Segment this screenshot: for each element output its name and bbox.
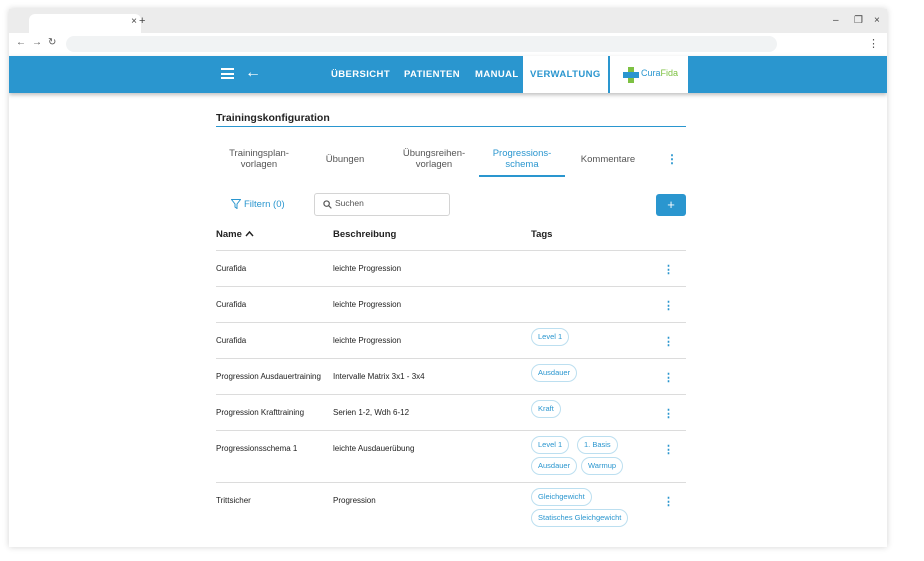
- cell-name: Curafida: [216, 264, 247, 273]
- search-field[interactable]: [314, 193, 450, 216]
- logo-cross-icon: [623, 67, 639, 83]
- tab-kommentare[interactable]: Kommentare: [573, 154, 643, 165]
- cell-description: Serien 1-2, Wdh 6-12: [333, 408, 410, 417]
- more-tabs-icon[interactable]: ⋮: [666, 152, 678, 166]
- row-divider: [216, 358, 686, 359]
- title-divider: [216, 126, 686, 127]
- browser-window: × + – ❐ × ← → ↻ ⋮ ← ÜBERSICHT PATIENTEN …: [9, 9, 887, 547]
- row-divider: [216, 286, 686, 287]
- sort-ascending-icon: [245, 230, 254, 237]
- search-icon: [323, 200, 332, 209]
- search-input[interactable]: [335, 198, 445, 208]
- cell-name: Progressionsschema 1: [216, 444, 298, 453]
- add-button[interactable]: +: [656, 194, 686, 216]
- filter-icon: [231, 199, 241, 209]
- column-header-tags[interactable]: Tags: [531, 229, 552, 240]
- column-header-beschreibung[interactable]: Beschreibung: [333, 229, 396, 240]
- tab-label-line2: vorlagen: [240, 159, 278, 170]
- cell-description: leichte Ausdauerübung: [333, 444, 415, 453]
- app-header: ← ÜBERSICHT PATIENTEN MANUAL VERWALTUNG …: [9, 56, 887, 93]
- active-tab-indicator: [479, 175, 565, 177]
- tab-label-line1: Trainingsplan-: [229, 148, 289, 159]
- tab-label-line1: Übungen: [325, 154, 365, 165]
- browser-tab-strip: × + – ❐ ×: [9, 9, 887, 33]
- cell-name: Trittsicher: [216, 496, 251, 505]
- row-divider: [216, 482, 686, 483]
- row-menu-icon[interactable]: ⋮: [663, 495, 674, 508]
- row-menu-icon[interactable]: ⋮: [663, 335, 674, 348]
- nav-uebersicht[interactable]: ÜBERSICHT: [331, 56, 390, 93]
- browser-menu-icon[interactable]: ⋮: [868, 37, 879, 50]
- close-window-button[interactable]: ×: [874, 15, 880, 26]
- cell-name: Progression Krafttraining: [216, 408, 305, 417]
- nav-patienten[interactable]: PATIENTEN: [404, 56, 460, 93]
- tag-chip: 1. Basis: [577, 436, 618, 454]
- cell-name: Curafida: [216, 300, 247, 309]
- url-field[interactable]: [66, 36, 777, 52]
- cell-name: Curafida: [216, 336, 247, 345]
- back-arrow-icon[interactable]: ←: [245, 64, 261, 82]
- minimize-button[interactable]: –: [833, 15, 839, 26]
- tab-label-line1: Kommentare: [580, 154, 636, 165]
- page-title: Trainingskonfiguration: [216, 112, 330, 124]
- tag-chip: Level 1: [531, 328, 570, 346]
- filter-button[interactable]: Filtern (0): [231, 199, 285, 210]
- tab-trainingsplanvorlagen[interactable]: Trainingsplan- vorlagen: [220, 148, 298, 170]
- tag-chip: Gleichgewicht: [531, 488, 592, 506]
- row-menu-icon[interactable]: ⋮: [663, 407, 674, 420]
- cell-description: Intervalle Matrix 3x1 - 3x4: [333, 372, 425, 381]
- row-menu-icon[interactable]: ⋮: [663, 263, 674, 276]
- filter-label: Filtern (0): [244, 199, 285, 210]
- logo-text: CuraFida: [641, 68, 678, 78]
- tag-chip: Kraft: [531, 400, 561, 418]
- tag-chip: Level 1: [531, 436, 570, 454]
- tag-chip: Ausdauer: [531, 457, 578, 475]
- row-menu-icon[interactable]: ⋮: [663, 299, 674, 312]
- tab-uebungsreihenvorlagen[interactable]: Übungsreihen- vorlagen: [394, 148, 474, 170]
- tag-chip: Statisches Gleichgewicht: [531, 509, 629, 527]
- row-divider: [216, 394, 686, 395]
- column-label-name: Name: [216, 229, 242, 240]
- tab-label-line1: Progressions-: [492, 148, 552, 159]
- column-header-name[interactable]: Name: [216, 229, 254, 240]
- row-divider: [216, 430, 686, 431]
- forward-nav-icon[interactable]: →: [32, 37, 42, 48]
- tab-uebungen[interactable]: Übungen: [317, 154, 373, 165]
- nav-manual[interactable]: MANUAL: [475, 56, 519, 93]
- back-nav-icon[interactable]: ←: [16, 37, 26, 48]
- curafida-logo: CuraFida: [610, 56, 688, 93]
- tab-label-line1: Übungsreihen-: [402, 148, 466, 159]
- browser-address-bar: ← → ↻ ⋮: [9, 33, 887, 55]
- tab-progressionsschema[interactable]: Progressions- schema: [483, 148, 561, 170]
- table-header-divider: [216, 250, 686, 251]
- cell-description: Progression: [333, 496, 376, 505]
- new-tab-button[interactable]: +: [139, 15, 145, 27]
- tab-close-icon[interactable]: ×: [131, 16, 137, 27]
- logo-text-cura: Cura: [641, 68, 661, 78]
- logo-text-fida: Fida: [660, 68, 679, 78]
- hamburger-menu-icon[interactable]: [221, 68, 234, 79]
- cell-description: leichte Progression: [333, 336, 402, 345]
- row-menu-icon[interactable]: ⋮: [663, 371, 674, 384]
- nav-verwaltung[interactable]: VERWALTUNG: [523, 56, 608, 93]
- tag-chip: Warmup: [581, 457, 624, 475]
- tag-chip: Ausdauer: [531, 364, 578, 382]
- row-menu-icon[interactable]: ⋮: [663, 443, 674, 456]
- browser-tab[interactable]: ×: [29, 14, 141, 33]
- cell-description: leichte Progression: [333, 300, 402, 309]
- tab-label-line2: vorlagen: [415, 159, 453, 170]
- row-divider: [216, 322, 686, 323]
- cell-description: leichte Progression: [333, 264, 402, 273]
- cell-name: Progression Ausdauertraining: [216, 372, 321, 381]
- restore-button[interactable]: ❐: [854, 15, 863, 26]
- tab-label-line2: schema: [505, 159, 539, 170]
- reload-icon[interactable]: ↻: [48, 37, 56, 48]
